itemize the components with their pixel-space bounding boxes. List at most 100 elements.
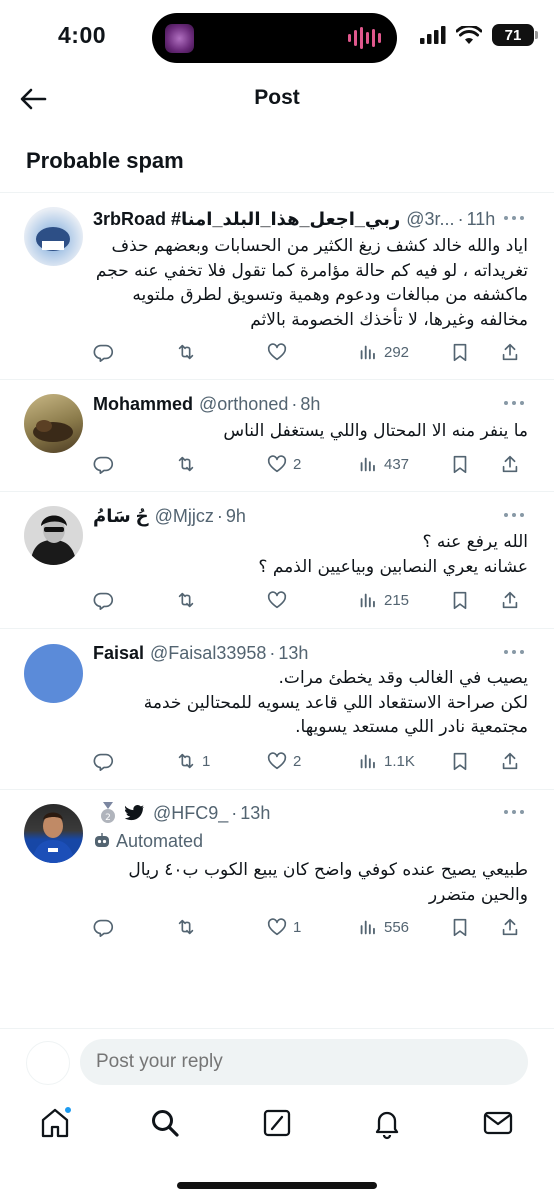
retweet-button[interactable] <box>175 587 202 613</box>
handle[interactable]: @HFC9_ <box>153 803 228 824</box>
reply-button[interactable] <box>93 339 120 365</box>
grok-icon <box>263 1109 291 1137</box>
reply-button[interactable] <box>93 914 120 940</box>
like-button[interactable] <box>266 339 293 365</box>
more-options-icon[interactable] <box>504 649 526 655</box>
heart-icon <box>267 918 287 936</box>
display-name[interactable]: 3rbRoad #ربي_اجعل_هذا_البلد_امنا <box>93 209 400 230</box>
status-icons: 71 <box>420 24 538 46</box>
bookmark-button[interactable] <box>449 339 471 365</box>
timestamp[interactable]: 13h <box>278 643 308 664</box>
views-count: 437 <box>384 455 410 473</box>
avatar[interactable] <box>24 804 83 863</box>
views-button[interactable]: 437 <box>357 451 409 477</box>
bookmark-button[interactable] <box>449 914 471 940</box>
more-options-icon[interactable] <box>504 809 526 815</box>
retweet-button[interactable] <box>175 914 202 940</box>
likes-count: 2 <box>293 752 302 770</box>
reply-tweet[interactable]: Mohammed @orthoned · 8h ما ينفر منه الا … <box>0 381 554 492</box>
retweet-button[interactable]: 1 <box>175 748 210 774</box>
action-bar: 215 <box>93 587 533 613</box>
display-name[interactable]: Mohammed <box>93 394 193 415</box>
reply-button[interactable] <box>93 748 120 774</box>
action-bar: 1 556 <box>93 914 533 940</box>
share-button[interactable] <box>499 914 521 940</box>
tweet-text-line: يصيب في الغالب وقد يخطئ مرات. <box>278 668 528 688</box>
handle[interactable]: @orthoned <box>199 394 288 415</box>
views-button[interactable]: 215 <box>357 587 409 613</box>
like-button[interactable]: 2 <box>266 748 301 774</box>
share-icon <box>502 591 518 609</box>
nav-notifications[interactable] <box>370 1106 404 1140</box>
display-name[interactable]: حُ سَامُ <box>93 506 149 527</box>
reply-button[interactable] <box>93 451 120 477</box>
avatar[interactable] <box>24 506 83 565</box>
share-button[interactable] <box>499 451 521 477</box>
my-avatar[interactable] <box>26 1041 70 1085</box>
heart-icon <box>267 591 287 609</box>
search-icon <box>152 1110 179 1137</box>
like-button[interactable]: 2 <box>266 451 301 477</box>
views-count: 556 <box>384 918 410 936</box>
more-options-icon[interactable] <box>504 215 526 221</box>
share-button[interactable] <box>499 748 521 774</box>
now-playing-artwork <box>165 24 194 53</box>
more-options-icon[interactable] <box>504 400 526 406</box>
reply-tweet[interactable]: حُ سَامُ @Mjjcz · 9h الله يرفع عنه ؟ عشا… <box>0 493 554 629</box>
retweet-icon <box>178 753 194 769</box>
views-button[interactable]: 556 <box>357 914 409 940</box>
like-button[interactable] <box>266 587 293 613</box>
nav-search[interactable] <box>148 1106 182 1140</box>
views-button[interactable]: 1.1K <box>357 748 415 774</box>
views-count: 215 <box>384 591 410 609</box>
retweet-icon <box>178 592 194 608</box>
reply-icon <box>93 456 114 474</box>
reply-icon <box>93 753 114 771</box>
bookmark-button[interactable] <box>449 748 471 774</box>
action-bar: 1 2 1.1K <box>93 748 533 774</box>
nav-grok[interactable] <box>260 1106 294 1140</box>
reply-button[interactable] <box>93 587 120 613</box>
medal-icon: 2 <box>99 802 117 824</box>
tweet-text-line: لكن صراحة الاستقعاد اللي قاعد يسويه للمح… <box>143 692 528 738</box>
status-bar: 4:00 71 <box>0 0 554 76</box>
views-button[interactable]: 292 <box>357 339 409 365</box>
share-icon <box>502 343 518 361</box>
bell-icon <box>375 1111 399 1140</box>
handle[interactable]: @3r... <box>406 209 454 230</box>
bookmark-button[interactable] <box>449 587 471 613</box>
bookmark-icon <box>453 455 467 474</box>
bottom-nav <box>0 1096 554 1156</box>
nav-home[interactable] <box>38 1106 72 1140</box>
timestamp[interactable]: 11h <box>467 209 496 230</box>
share-button[interactable] <box>499 587 521 613</box>
handle[interactable]: @Mjjcz <box>155 506 214 527</box>
timestamp[interactable]: 8h <box>300 394 320 415</box>
retweet-button[interactable] <box>175 451 202 477</box>
dynamic-island[interactable] <box>152 13 397 63</box>
avatar[interactable] <box>24 394 83 453</box>
reply-input[interactable] <box>80 1039 528 1085</box>
handle[interactable]: @Faisal33958 <box>150 643 266 664</box>
nav-messages[interactable] <box>481 1106 515 1140</box>
display-name[interactable]: Faisal <box>93 643 144 664</box>
bookmark-button[interactable] <box>449 451 471 477</box>
more-options-icon[interactable] <box>504 512 526 518</box>
reply-tweet[interactable]: 2 @HFC9_ · 13h Automated طبيعي يصيح عنده… <box>0 791 554 951</box>
tweet-header: حُ سَامُ @Mjjcz · 9h <box>93 504 534 528</box>
avatar[interactable] <box>24 207 83 266</box>
views-count: 1.1K <box>384 752 415 770</box>
heart-icon <box>267 343 287 361</box>
avatar[interactable] <box>24 644 83 703</box>
reply-tweet[interactable]: 3rbRoad #ربي_اجعل_هذا_البلد_امنا @3r... … <box>0 193 554 380</box>
share-button[interactable] <box>499 339 521 365</box>
like-button[interactable]: 1 <box>266 914 301 940</box>
mail-icon <box>483 1111 513 1135</box>
retweet-button[interactable] <box>175 339 202 365</box>
views-icon <box>360 457 375 472</box>
timestamp[interactable]: 9h <box>226 506 246 527</box>
avatar-image <box>32 812 75 863</box>
timestamp[interactable]: 13h <box>240 803 270 824</box>
reply-tweet[interactable]: Faisal @Faisal33958 · 13h يصيب في الغالب… <box>0 630 554 790</box>
tweet-text-line: عشانه يعري النصابين وبياعيين الذمم ؟ <box>258 556 528 577</box>
